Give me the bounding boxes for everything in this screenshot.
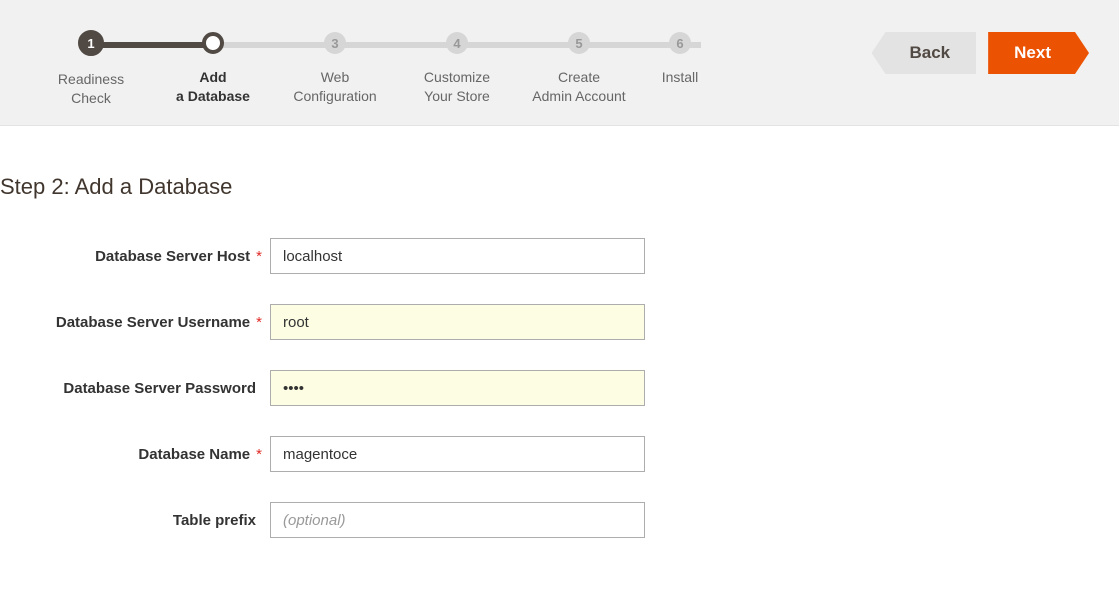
step-label: ReadinessCheck [30,70,152,108]
label-db-host: Database Server Host* [0,248,270,265]
label-table-prefix: Table prefix [0,512,270,529]
row-db-host: Database Server Host* [0,238,1119,274]
step-circle-current: 2 [202,32,224,54]
step-label: CustomizeYour Store [396,68,518,106]
label-db-name: Database Name* [0,446,270,463]
step-readiness-check[interactable]: 1 ReadinessCheck [30,32,152,108]
step-circle: 4 [446,32,468,54]
step-circle: 5 [568,32,590,54]
next-button[interactable]: Next [988,32,1089,74]
step-label: WebConfiguration [274,68,396,106]
db-username-input[interactable] [270,304,645,340]
db-name-input[interactable] [270,436,645,472]
step-circle: 6 [669,32,691,54]
row-db-password: Database Server Password [0,370,1119,406]
step-connector [213,42,335,48]
step-label: CreateAdmin Account [518,68,640,106]
step-label: Install [640,68,720,87]
row-table-prefix: Table prefix [0,502,1119,538]
back-button-label: Back [910,43,951,63]
page-title: Step 2: Add a Database [0,174,1119,200]
header-buttons: Back Next [872,32,1090,74]
step-connector [457,42,579,48]
next-button-label: Next [1014,43,1051,63]
step-connector [335,42,457,48]
row-db-name: Database Name* [0,436,1119,472]
step-install[interactable]: 6 Install [640,32,720,87]
table-prefix-input[interactable] [270,502,645,538]
wizard-steps: 1 ReadinessCheck 2 Adda Database 3 WebCo… [30,32,720,108]
row-db-username: Database Server Username* [0,304,1119,340]
back-button[interactable]: Back [872,32,977,74]
label-db-password: Database Server Password [0,380,270,397]
wizard-header: Back Next 1 ReadinessCheck 2 Adda Databa… [0,0,1119,126]
db-host-input[interactable] [270,238,645,274]
label-db-username: Database Server Username* [0,314,270,331]
db-password-input[interactable] [270,370,645,406]
step-label: Adda Database [152,68,274,106]
step-circle: 3 [324,32,346,54]
step-circle-done: 1 [78,30,104,56]
step-connector [91,42,213,48]
